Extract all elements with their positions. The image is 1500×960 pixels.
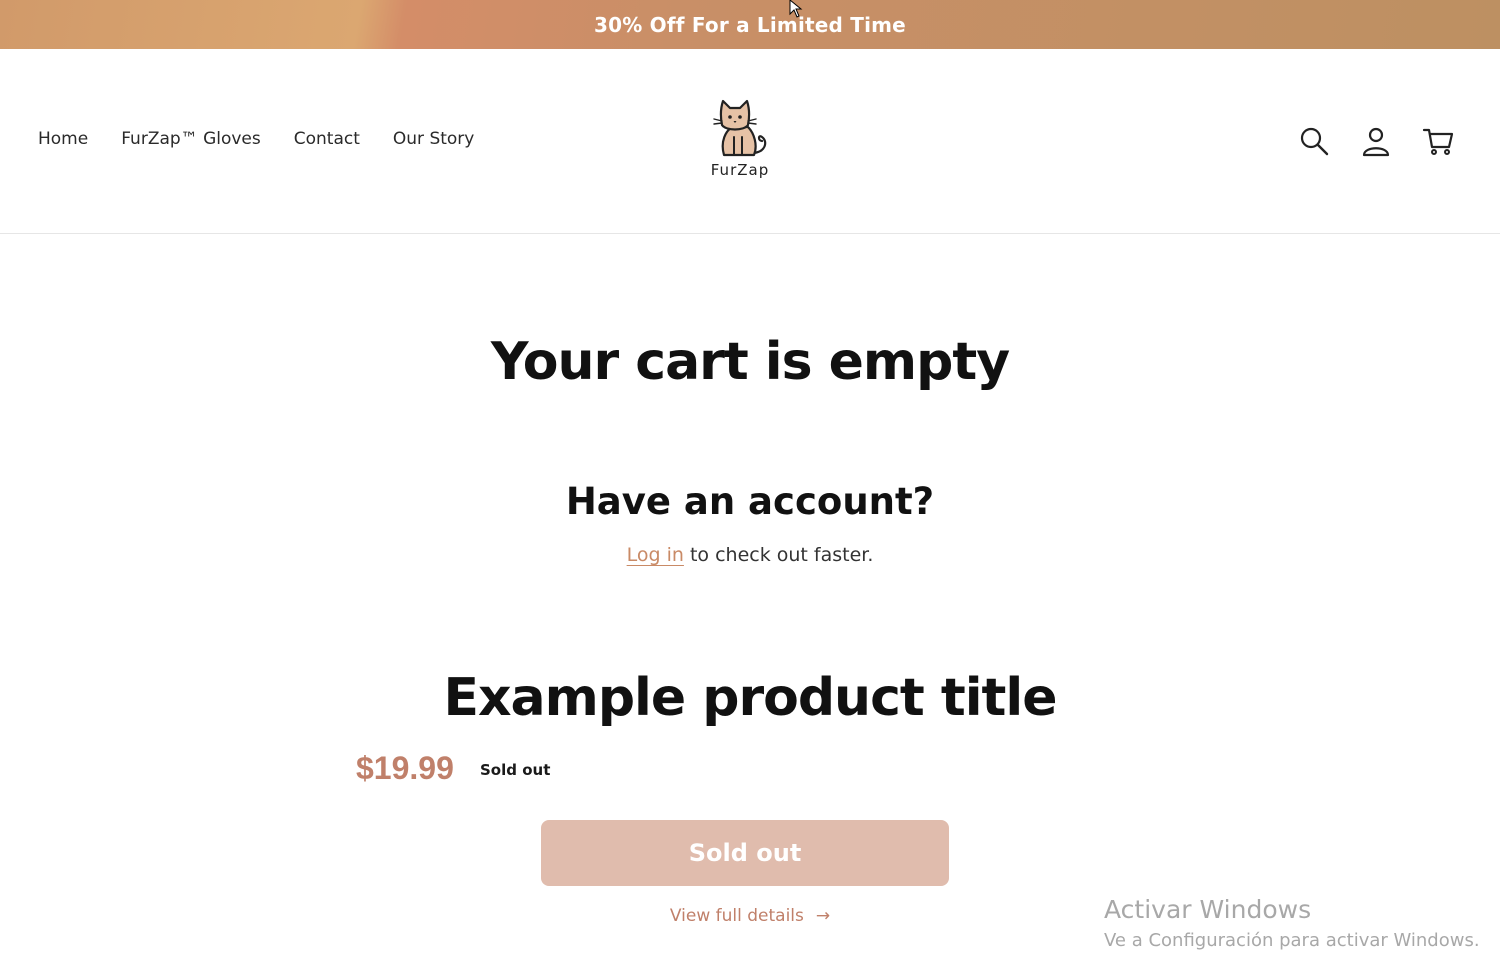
login-suffix: to check out faster. [683,544,874,566]
account-icon[interactable] [1360,125,1392,157]
cart-empty-title: Your cart is empty [490,332,1010,392]
sold-out-button[interactable]: Sold out [541,820,949,886]
nav-item-gloves[interactable]: FurZap™ Gloves [121,129,261,149]
cart-icon[interactable] [1422,125,1454,157]
search-icon[interactable] [1298,125,1330,157]
mouse-cursor-icon [789,0,803,18]
watermark-line-2: Ve a Configuración para activar Windows. [1104,930,1480,951]
site-header: Home FurZap™ Gloves Contact Our Story Fu… [0,49,1500,234]
header-icons [1298,125,1454,157]
watermark-line-1: Activar Windows [1104,895,1312,924]
nav-item-home[interactable]: Home [38,129,88,149]
arrow-right-icon: → [815,906,831,926]
login-link[interactable]: Log in [627,544,684,566]
cat-logo-icon [713,99,767,157]
nav-item-contact[interactable]: Contact [294,129,360,149]
sold-out-badge: Sold out [480,761,551,779]
product-price: $19.99 [356,750,454,786]
account-title: Have an account? [565,480,935,523]
nav-item-our-story[interactable]: Our Story [393,129,474,149]
details-link-label: View full details [669,906,804,926]
site-logo[interactable]: FurZap [700,95,780,185]
login-prompt: Log in to check out faster. [0,544,1500,566]
product-title: Example product title [443,668,1057,728]
windows-activation-watermark: Activar Windows Ve a Configuración para … [1104,895,1480,951]
logo-text: FurZap [710,161,770,179]
announcement-text: 30% Off For a Limited Time [594,12,906,37]
announcement-bar: 30% Off For a Limited Time [0,0,1500,49]
main-nav: Home FurZap™ Gloves Contact Our Story [38,129,507,149]
